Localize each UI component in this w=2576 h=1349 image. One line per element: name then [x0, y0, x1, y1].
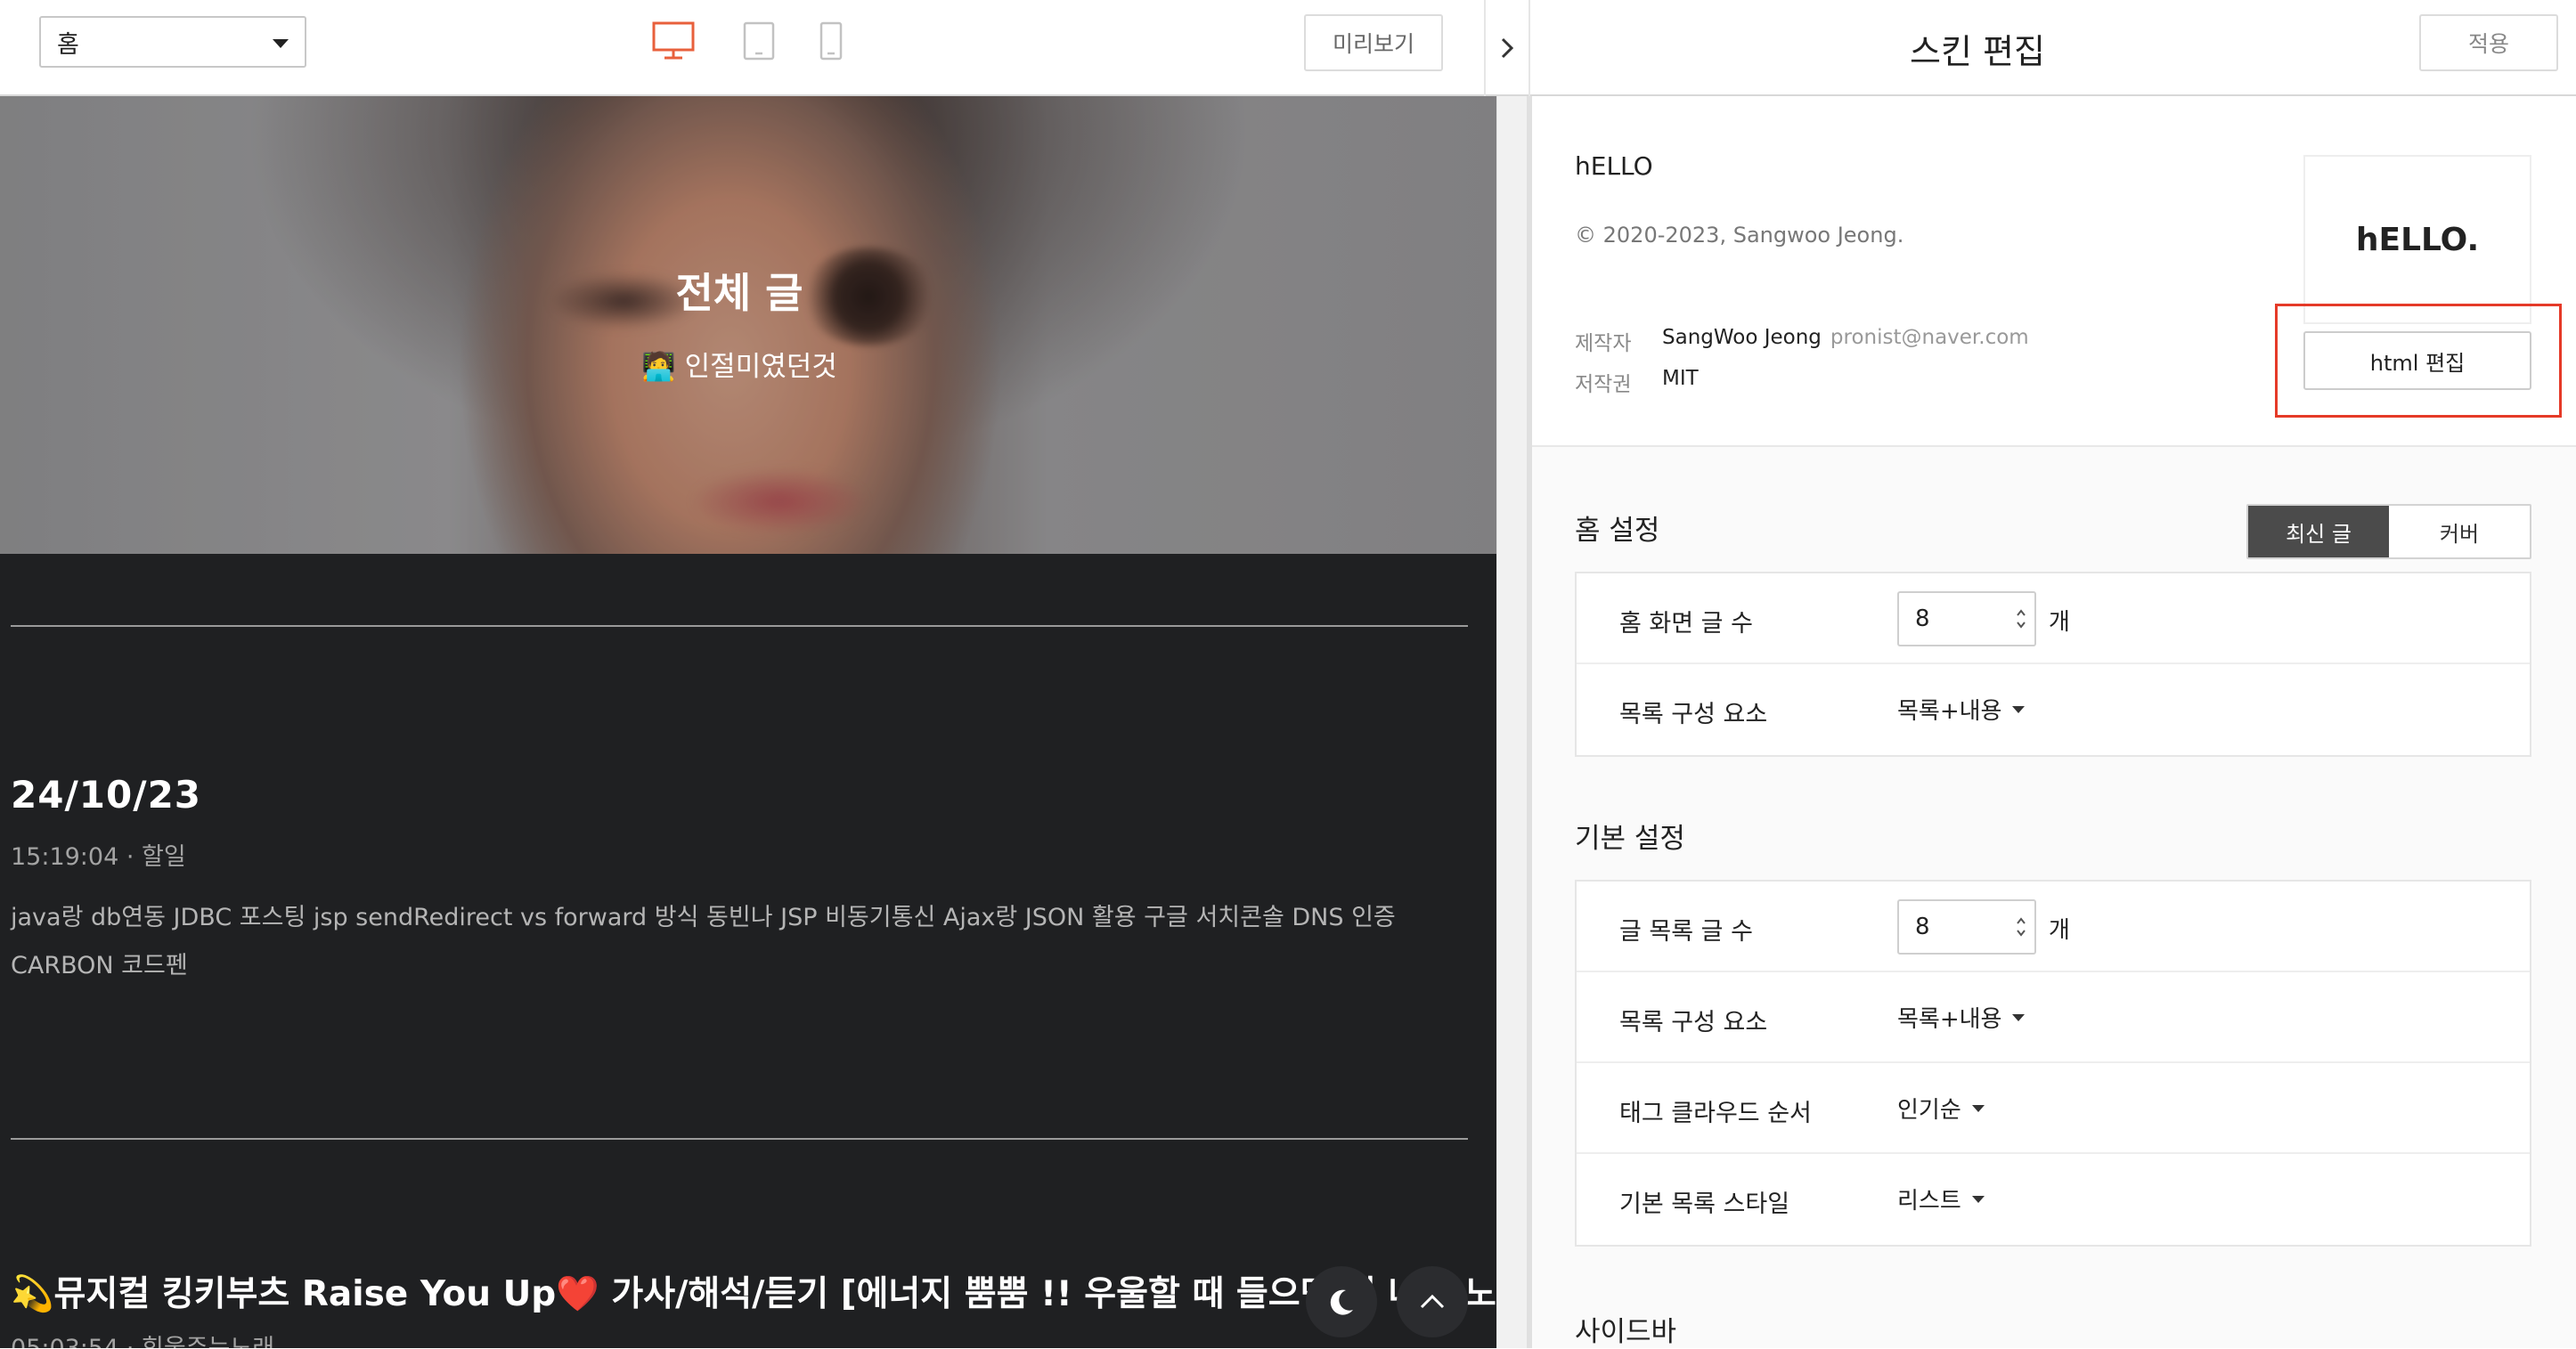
- chevron-down-icon: [273, 39, 289, 48]
- tab-latest-posts[interactable]: 최신 글: [2248, 506, 2389, 557]
- hero-cover-image: 전체 글 🧑‍💻 인절미였던것: [0, 96, 1496, 554]
- skin-thumbnail: hELLO.: [2303, 155, 2531, 324]
- post-excerpt: java랑 db연동 JDBC 포스팅 jsp sendRedirect vs …: [11, 904, 1396, 979]
- post-meta: 05:03:54 · 힘울주는노래: [11, 1329, 274, 1348]
- dark-mode-toggle[interactable]: [1306, 1266, 1377, 1337]
- license-value: MIT: [1662, 367, 1699, 390]
- tag-cloud-order-label: 태그 클라우드 순서: [1619, 1100, 1812, 1127]
- scroll-top-button[interactable]: [1397, 1266, 1468, 1337]
- home-list-component-select[interactable]: 목록+내용: [1897, 693, 2026, 726]
- list-style-select[interactable]: 리스트: [1897, 1182, 1985, 1215]
- post-count-input[interactable]: 8: [1897, 899, 2036, 955]
- apply-button[interactable]: 적용: [2419, 14, 2558, 71]
- unit-label: 개: [2049, 609, 2070, 636]
- caret-down-icon: [2012, 705, 2026, 713]
- author-name: SangWoo Jeong: [1662, 326, 1822, 349]
- stepper-icon[interactable]: [2015, 914, 2027, 940]
- home-list-component-label: 목록 구성 요소: [1619, 701, 1768, 728]
- preview-scrollbar[interactable]: [1496, 96, 1527, 1348]
- author-email: pronist@naver.com: [1830, 326, 2029, 349]
- author-label: 제작자: [1575, 332, 1632, 355]
- settings-row: 글 목록 글 수 8 개: [1577, 882, 2530, 972]
- home-mode-tabs: 최신 글 커버: [2246, 504, 2531, 559]
- post-title[interactable]: 24/10/23: [11, 773, 201, 817]
- moon-icon: [1330, 1289, 1353, 1315]
- settings-row: 목록 구성 요소 목록+내용: [1577, 972, 2530, 1063]
- skin-copyright: © 2020-2023, Sangwoo Jeong.: [1575, 223, 1904, 248]
- divider: [11, 625, 1468, 627]
- list-component-label: 목록 구성 요소: [1619, 1009, 1768, 1036]
- hero-subtitle: 🧑‍💻 인절미였던것: [641, 351, 837, 383]
- home-settings-box: 홈 화면 글 수 8 개 목록 구성 요소 목록+내용: [1575, 572, 2531, 757]
- divider: [11, 1138, 1468, 1140]
- tag-cloud-order-value: 인기순: [1897, 1097, 1961, 1124]
- basic-settings-title: 기본 설정: [1575, 823, 1685, 855]
- home-post-count-input[interactable]: 8: [1897, 591, 2036, 646]
- home-post-count-label: 홈 화면 글 수: [1619, 610, 1753, 638]
- post-count-label: 글 목록 글 수: [1619, 918, 1753, 946]
- chevron-up-icon: [1420, 1294, 1445, 1309]
- blog-preview: 전체 글 🧑‍💻 인절미였던것 24/10/23 15:19:04 · 할일 j…: [0, 96, 1496, 1348]
- sidebar-settings-title: 사이드바: [1575, 1316, 1677, 1348]
- skin-settings-panel: hELLO © 2020-2023, Sangwoo Jeong. 제작자 Sa…: [1532, 96, 2576, 1348]
- top-toolbar: 홈 미리보기 스킨 편집 적용: [0, 0, 2576, 96]
- settings-row: 태그 클라우드 순서 인기순: [1577, 1063, 2530, 1154]
- skin-info-card: hELLO © 2020-2023, Sangwoo Jeong. 제작자 Sa…: [1532, 96, 2576, 447]
- preview-button[interactable]: 미리보기: [1304, 14, 1443, 71]
- post-title[interactable]: 💫뮤지컬 킹키부츠 Raise You Up❤️ 가사/해석/듣기 [에너지 뿜…: [11, 1266, 1496, 1316]
- hero-overlay: [0, 96, 1496, 554]
- stepper-icon[interactable]: [2015, 605, 2027, 632]
- chevron-right-icon: [1501, 37, 1514, 59]
- skin-name: hELLO: [1575, 151, 1653, 181]
- list-style-label: 기본 목록 스타일: [1619, 1191, 1790, 1218]
- list-component-select[interactable]: 목록+내용: [1897, 1001, 2026, 1034]
- hero-title: 전체 글: [675, 269, 803, 317]
- tab-cover[interactable]: 커버: [2389, 506, 2530, 557]
- mobile-view-icon[interactable]: [819, 21, 843, 64]
- list-style-value: 리스트: [1897, 1188, 1961, 1215]
- caret-down-icon: [1971, 1104, 1985, 1112]
- settings-row: 홈 화면 글 수 8 개: [1577, 573, 2530, 664]
- post-meta: 15:19:04 · 할일: [11, 843, 186, 871]
- settings-row: 기본 목록 스타일 리스트: [1577, 1154, 2530, 1245]
- page-select[interactable]: 홈: [39, 16, 306, 68]
- home-post-count-value: 8: [1915, 605, 1930, 632]
- unit-label: 개: [2049, 917, 2070, 944]
- highlight-box: [2275, 304, 2562, 418]
- home-list-component-value: 목록+내용: [1897, 698, 2002, 725]
- license-label: 저작권: [1575, 373, 1632, 396]
- basic-settings-box: 글 목록 글 수 8 개 목록 구성 요소 목록+내용 태그 클라우드 순서 인…: [1575, 880, 2531, 1247]
- panel-title: 스킨 편집: [1910, 31, 2045, 71]
- list-component-value: 목록+내용: [1897, 1006, 2002, 1033]
- desktop-view-icon[interactable]: [652, 21, 695, 64]
- settings-row: 목록 구성 요소 목록+내용: [1577, 664, 2530, 755]
- page-select-value: 홈: [57, 30, 79, 59]
- tag-cloud-order-select[interactable]: 인기순: [1897, 1092, 1985, 1125]
- caret-down-icon: [1971, 1195, 1985, 1203]
- home-settings-title: 홈 설정: [1575, 515, 1660, 547]
- caret-down-icon: [2012, 1013, 2026, 1021]
- post-count-value: 8: [1915, 914, 1930, 940]
- tablet-view-icon[interactable]: [743, 21, 775, 64]
- author-info: SangWoo Jeong pronist@naver.com: [1662, 326, 2029, 349]
- collapse-panel-button[interactable]: [1484, 0, 1530, 96]
